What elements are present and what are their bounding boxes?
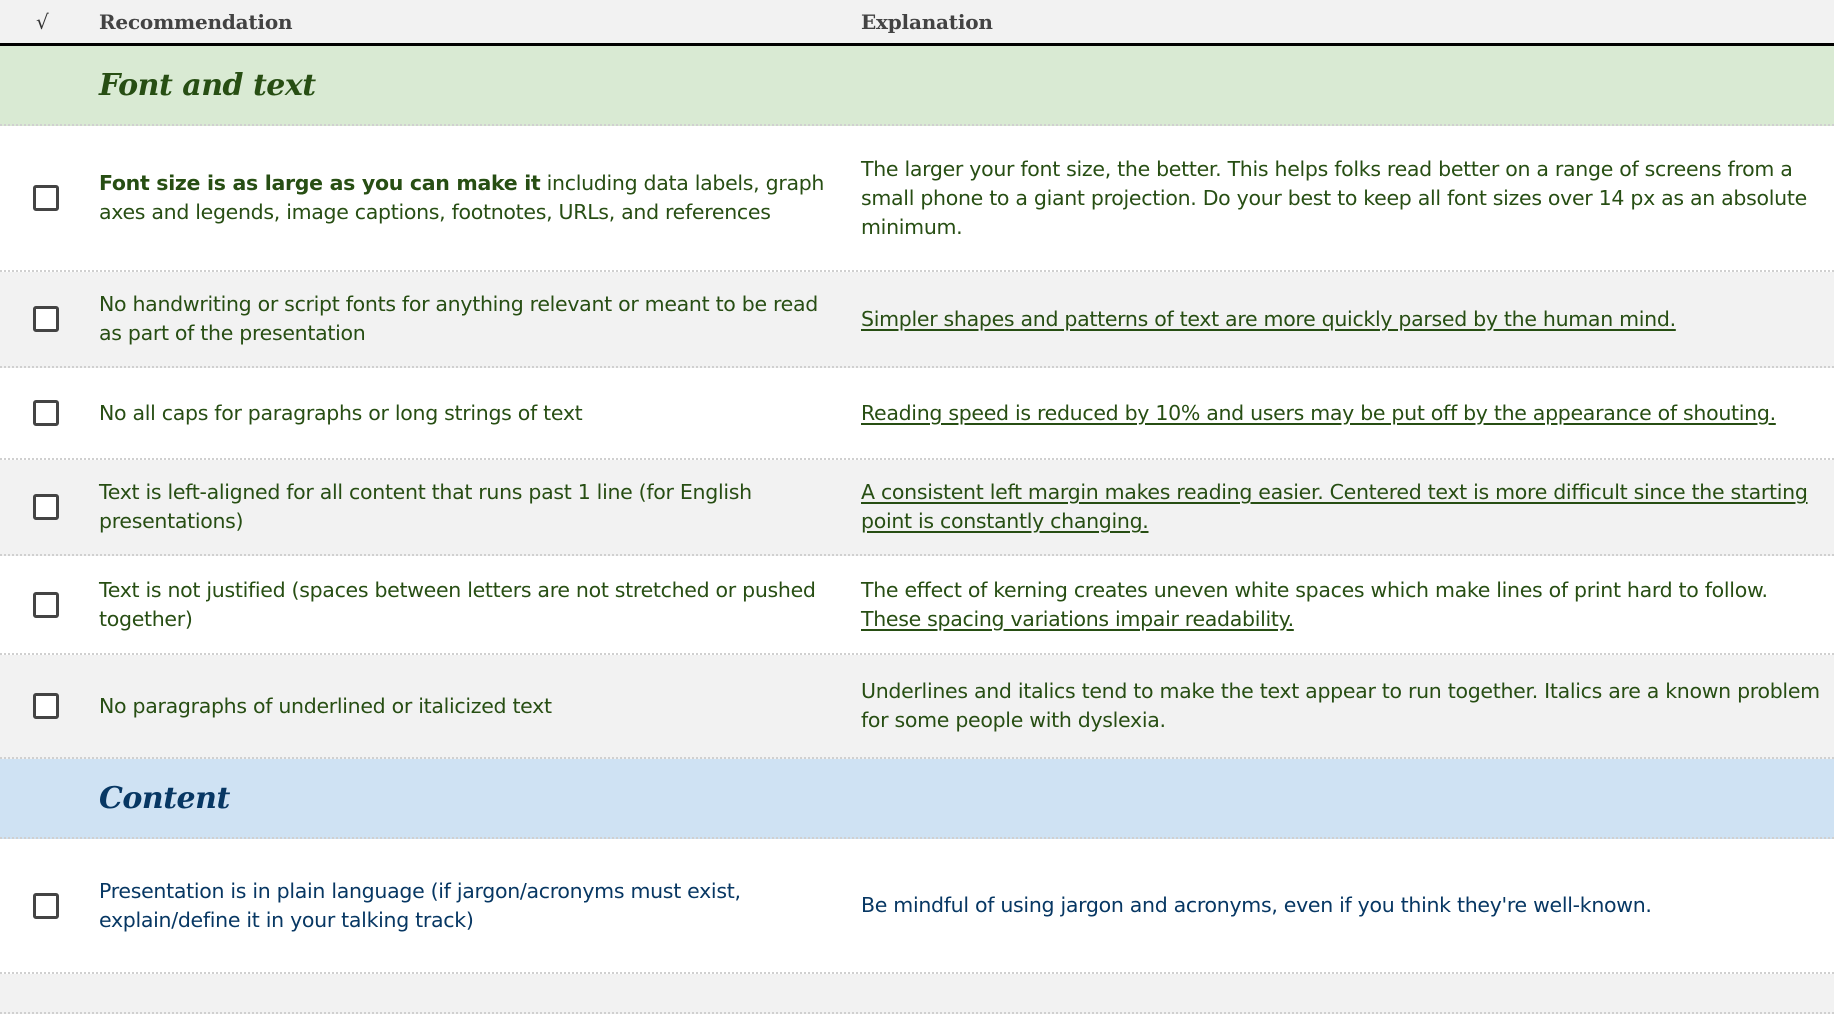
checkbox[interactable] [33, 306, 59, 332]
check-column-header: √ [36, 9, 49, 34]
explanation-column-header: Explanation [861, 9, 993, 34]
explanation-text: The effect of kerning creates uneven whi… [861, 577, 1768, 602]
recommendation-bold: Font size is as large as you can make it [99, 171, 541, 195]
section-header-font-and-text: Font and text [0, 46, 1834, 126]
table-row: Presentation is in plain language (if ja… [0, 839, 1834, 974]
table-header: √ Recommendation Explanation [0, 0, 1834, 46]
section-title: Content [99, 780, 230, 816]
checkbox[interactable] [33, 494, 59, 520]
checkbox[interactable] [33, 185, 59, 211]
table-row-partial [0, 974, 1834, 1014]
table-row: No all caps for paragraphs or long strin… [0, 368, 1834, 460]
explanation-link[interactable]: Simpler shapes and patterns of text are … [861, 307, 1676, 331]
recommendation-cell: No paragraphs of underlined or italicize… [99, 693, 552, 718]
recommendation-cell: Font size is as large as you can make it… [99, 169, 861, 227]
explanation-cell: Be mindful of using jargon and acronyms,… [861, 893, 1652, 917]
recommendation-cell: Presentation is in plain language (if ja… [99, 878, 741, 932]
explanation-cell: The effect of kerning creates uneven whi… [861, 576, 1834, 634]
section-header-content: Content [0, 759, 1834, 839]
table-row: Font size is as large as you can make it… [0, 126, 1834, 272]
section-title: Font and text [99, 67, 316, 103]
table-row: Text is not justified (spaces between le… [0, 556, 1834, 655]
explanation-cell: Reading speed is reduced by 10% and user… [861, 399, 1834, 428]
checkbox[interactable] [33, 591, 59, 618]
table-row: No paragraphs of underlined or italicize… [0, 655, 1834, 759]
explanation-text: The larger your font size, the better. T… [861, 156, 1807, 239]
recommendation-cell: Text is left-aligned for all content tha… [99, 480, 752, 533]
explanation-link[interactable]: A consistent left margin makes reading e… [861, 480, 1808, 533]
checkbox[interactable] [33, 892, 59, 919]
checkbox[interactable] [33, 693, 59, 719]
explanation-cell: The larger your font size, the better. T… [861, 155, 1834, 242]
explanation-link[interactable]: Reading speed is reduced by 10% and user… [861, 401, 1776, 425]
explanation-link[interactable]: These spacing variations impair readabil… [861, 607, 1294, 631]
recommendation-cell: No all caps for paragraphs or long strin… [99, 400, 583, 425]
explanation-cell: A consistent left margin makes reading e… [861, 478, 1834, 536]
checkbox[interactable] [33, 400, 59, 426]
explanation-cell: Simpler shapes and patterns of text are … [861, 305, 1834, 334]
recommendation-cell: No handwriting or script fonts for anyth… [99, 292, 818, 345]
recommendation-cell: Text is not justified (spaces between le… [99, 577, 816, 631]
recommendation-column-header: Recommendation [99, 9, 293, 34]
table-row: No handwriting or script fonts for anyth… [0, 272, 1834, 368]
explanation-cell: Underlines and italics tend to make the … [861, 679, 1820, 732]
table-row: Text is left-aligned for all content tha… [0, 460, 1834, 556]
accessibility-checklist-table: √ Recommendation Explanation Font and te… [0, 0, 1834, 1014]
